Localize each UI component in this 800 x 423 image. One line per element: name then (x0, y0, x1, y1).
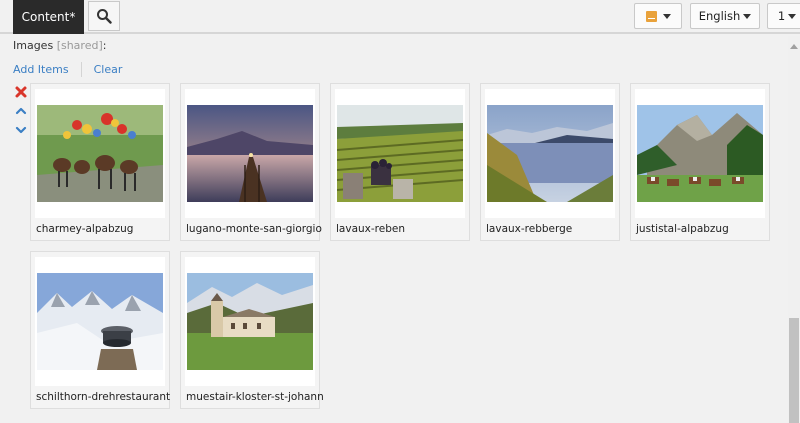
field-actions: Add Items Clear (13, 62, 122, 77)
image-tile[interactable]: justistal-alpabzug (630, 83, 770, 241)
image-thumbnail (35, 257, 165, 386)
image-caption: schilthorn-drehrestaurant (36, 391, 171, 403)
image-caption: charmey-alpabzug (36, 223, 134, 235)
image-thumbnail (35, 89, 165, 218)
image-thumbnail (185, 89, 315, 218)
remove-icon[interactable] (14, 85, 28, 99)
image-tile[interactable]: lugano-monte-san-giorgio (180, 83, 322, 241)
version-dropdown[interactable]: 1 (767, 3, 800, 29)
image-tile[interactable]: charmey-alpabzug (30, 83, 170, 241)
book-icon (645, 10, 657, 22)
image-schilthorn-drehrestaurant (37, 273, 163, 370)
image-lugano-monte-san-giorgio (187, 105, 313, 202)
chevron-down-icon (743, 13, 752, 19)
image-caption: lugano-monte-san-giorgio (186, 223, 322, 235)
image-lavaux-rebberge (487, 105, 613, 202)
search-icon (97, 9, 112, 24)
image-caption: lavaux-reben (336, 223, 405, 235)
divider (80, 62, 82, 77)
image-lavaux-reben (337, 105, 463, 202)
scroll-up-arrow-icon[interactable] (790, 44, 798, 49)
image-caption: muestair-kloster-st-johann (186, 391, 324, 403)
tab-content-label: Content* (21, 10, 76, 24)
scrollbar-thumb[interactable] (789, 318, 799, 423)
editor-content: Images [shared]: Add Items Clear charmey… (4, 36, 788, 423)
image-tile[interactable]: lavaux-reben (330, 83, 470, 241)
shared-tag: [shared] (56, 39, 103, 52)
image-thumbnail (635, 89, 765, 218)
image-tile[interactable]: lavaux-rebberge (480, 83, 620, 241)
tab-content[interactable]: Content* (13, 0, 84, 34)
field-label: Images [shared]: (13, 39, 107, 52)
search-button[interactable] (88, 1, 120, 31)
image-thumbnail (335, 89, 465, 218)
image-justistal-alpabzug (637, 105, 763, 202)
clear-link[interactable]: Clear (94, 63, 123, 76)
chevron-down-icon (788, 13, 797, 19)
top-toolbar: Content* English 1 (0, 0, 800, 34)
image-tile[interactable]: muestair-kloster-st-johann (180, 251, 324, 409)
chevron-down-icon (662, 13, 671, 19)
item-tools (14, 85, 28, 142)
image-charmey-alpabzug (37, 105, 163, 202)
vertical-scrollbar[interactable] (788, 36, 800, 423)
version-label: 1 (777, 9, 786, 23)
image-caption: justistal-alpabzug (636, 223, 729, 235)
book-dropdown-button[interactable] (634, 3, 682, 29)
move-up-icon[interactable] (14, 104, 28, 118)
language-dropdown[interactable]: English (690, 3, 760, 29)
add-items-link[interactable]: Add Items (13, 63, 69, 76)
image-thumbnail (185, 257, 315, 386)
image-tile[interactable]: schilthorn-drehrestaurant (30, 251, 170, 409)
image-thumbnail (485, 89, 615, 218)
image-caption: lavaux-rebberge (486, 223, 573, 235)
image-muestair-kloster-st-johann (187, 273, 313, 370)
language-label: English (698, 9, 741, 23)
move-down-icon[interactable] (14, 123, 28, 137)
